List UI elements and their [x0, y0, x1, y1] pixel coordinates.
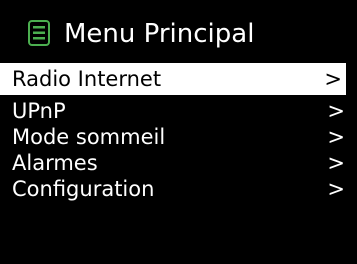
chevron-right-icon: > — [327, 177, 345, 201]
menu-item-label: Radio Internet — [12, 67, 162, 91]
menu-item-label: Alarmes — [12, 151, 98, 175]
menu-item-configuration[interactable]: Configuration > — [0, 176, 357, 202]
chevron-right-icon: > — [327, 99, 345, 123]
menu-item-label: UPnP — [12, 99, 66, 123]
chevron-right-icon: > — [324, 67, 342, 91]
radio-display-screen: Menu Principal Radio Internet > UPnP > M… — [0, 0, 357, 264]
menu-item-label: Mode sommeil — [12, 125, 166, 149]
chevron-right-icon: > — [327, 125, 345, 149]
menu-item-alarmes[interactable]: Alarmes > — [0, 150, 357, 176]
menu-header: Menu Principal — [0, 14, 357, 56]
menu-item-radio-internet[interactable]: Radio Internet > — [0, 63, 346, 95]
chevron-right-icon: > — [327, 151, 345, 175]
menu-item-label: Configuration — [12, 177, 155, 201]
page-title: Menu Principal — [64, 19, 255, 49]
menu-item-upnp[interactable]: UPnP > — [0, 98, 357, 124]
menu-list: Radio Internet > UPnP > Mode sommeil > A… — [0, 63, 357, 202]
menu-item-mode-sommeil[interactable]: Mode sommeil > — [0, 124, 357, 150]
menu-list-icon — [28, 20, 50, 46]
